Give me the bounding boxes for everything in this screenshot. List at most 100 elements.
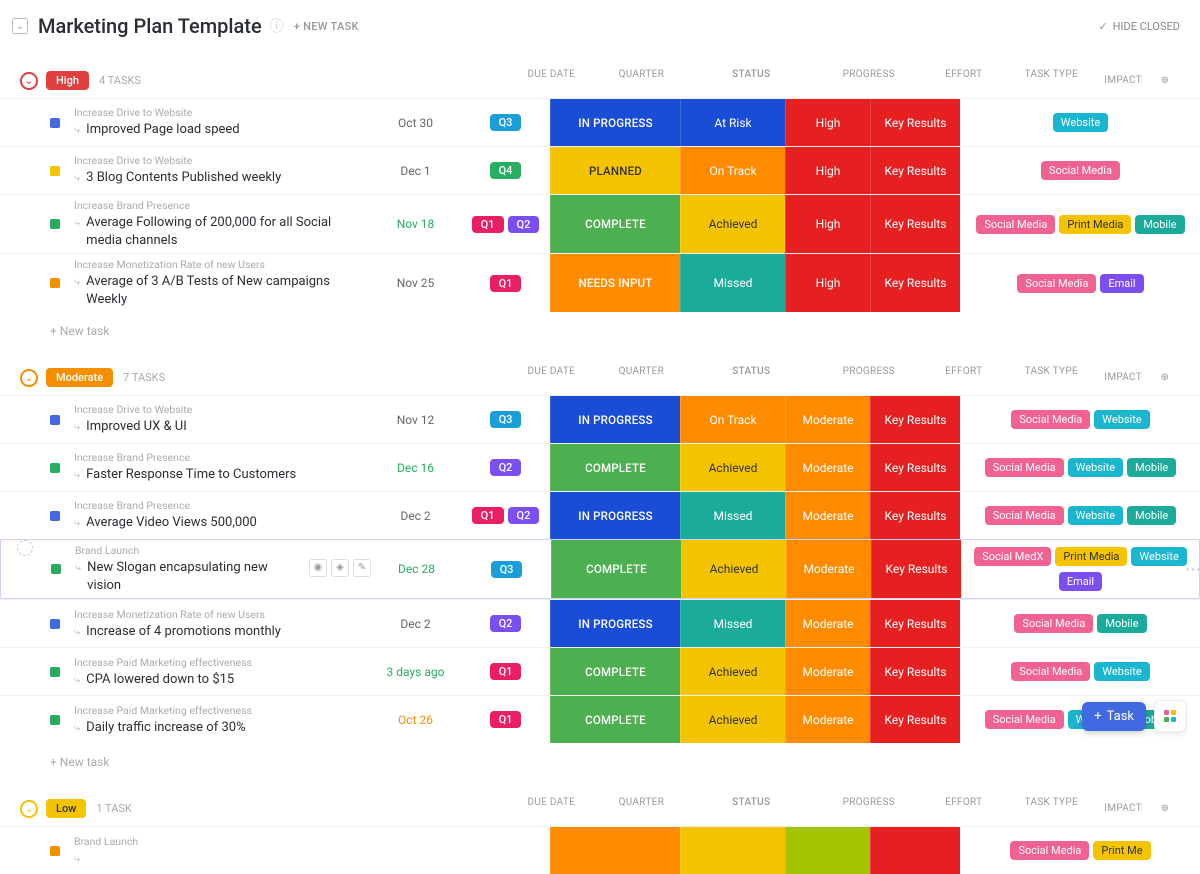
quarter-cell[interactable] (460, 827, 550, 874)
task-name[interactable]: ⤷Average Video Views 500,000 (74, 514, 257, 532)
add-column-button[interactable]: ⊕ (1150, 69, 1180, 92)
effort-cell[interactable]: High (785, 147, 870, 194)
col-task-type[interactable]: TASK TYPE (1006, 797, 1096, 820)
impact-tag[interactable]: Social Media (1011, 410, 1090, 429)
task-row[interactable]: Increase Drive to Website ⤷Improved UX &… (0, 395, 1200, 443)
progress-cell[interactable]: On Track (680, 147, 785, 194)
col-quarter[interactable]: QUARTER (596, 797, 686, 820)
quarter-cell[interactable]: Q2 (460, 600, 550, 647)
task-name[interactable]: ⤷Improved Page load speed (74, 121, 240, 139)
task-name[interactable]: ⤷Daily traffic increase of 30% (74, 719, 252, 737)
impact-tag[interactable]: Mobile (1135, 215, 1184, 234)
effort-cell[interactable]: High (785, 99, 870, 146)
progress-cell[interactable]: Achieved (680, 648, 785, 695)
status-square-icon[interactable] (51, 564, 61, 574)
impact-tag[interactable]: Website (1094, 410, 1149, 429)
task-row[interactable]: Increase Paid Marketing effectiveness ⤷D… (0, 695, 1200, 743)
tasktype-cell[interactable]: Key Results (870, 648, 960, 695)
impact-cell[interactable]: Social MediaPrint MediaMobile (960, 195, 1200, 253)
status-square-icon[interactable] (50, 219, 60, 229)
new-task-header-button[interactable]: + NEW TASK (294, 20, 359, 33)
task-name[interactable]: ⤷Average of 3 A/B Tests of New campaigns… (74, 273, 370, 308)
status-square-icon[interactable] (50, 619, 60, 629)
priority-badge[interactable]: High (46, 71, 89, 90)
impact-tag[interactable]: Print Media (1055, 547, 1127, 566)
status-cell[interactable]: COMPLETE (550, 444, 680, 491)
status-cell[interactable]: COMPLETE (551, 540, 681, 598)
progress-cell[interactable]: Missed (680, 492, 785, 539)
task-name[interactable]: ⤷3 Blog Contents Published weekly (74, 169, 281, 187)
tasktype-cell[interactable]: Key Results (870, 99, 960, 146)
impact-tag[interactable]: Website (1068, 458, 1123, 477)
task-name[interactable]: ⤷CPA lowered down to $15 (74, 671, 252, 689)
quarter-tag[interactable]: Q1 (472, 216, 504, 233)
task-row[interactable]: Increase Monetization Rate of new Users … (0, 599, 1200, 647)
task-row[interactable]: Increase Drive to Website ⤷Improved Page… (0, 98, 1200, 146)
impact-tag[interactable]: Website (1131, 547, 1186, 566)
quarter-cell[interactable]: Q1Q2 (460, 492, 550, 539)
quarter-cell[interactable]: Q3 (460, 396, 550, 443)
col-task-type[interactable]: TASK TYPE (1006, 366, 1096, 389)
quarter-tag[interactable]: Q3 (491, 561, 523, 578)
impact-tag[interactable]: Social Media (1041, 161, 1120, 180)
quarter-tag[interactable]: Q1 (490, 663, 522, 680)
impact-cell[interactable]: Social MediaWebsite (960, 396, 1200, 443)
impact-tag[interactable]: Social Media (1010, 841, 1089, 860)
status-cell[interactable]: IN PROGRESS (550, 99, 680, 146)
impact-tag[interactable]: Website (1094, 662, 1149, 681)
status-cell[interactable]: NEEDS INPUT (550, 254, 680, 312)
new-task-row-button[interactable]: + New task (0, 312, 1200, 350)
quarter-cell[interactable]: Q2 (460, 444, 550, 491)
quarter-cell[interactable]: Q3 (460, 99, 550, 146)
status-square-icon[interactable] (50, 511, 60, 521)
status-cell[interactable] (550, 827, 680, 874)
status-square-icon[interactable] (50, 715, 60, 725)
tasktype-cell[interactable]: Key Results (870, 254, 960, 312)
due-date-cell[interactable]: Nov 18 (370, 195, 460, 253)
tasktype-cell[interactable]: Key Results (870, 492, 960, 539)
task-row[interactable]: Increase Paid Marketing effectiveness ⤷C… (0, 647, 1200, 695)
impact-tag[interactable]: Print Me (1093, 841, 1150, 860)
impact-cell[interactable]: Social MediaPrint Me (960, 827, 1200, 874)
progress-cell[interactable]: Achieved (680, 444, 785, 491)
quarter-cell[interactable]: Q1 (460, 696, 550, 743)
quarter-cell[interactable]: Q1 (460, 254, 550, 312)
col-quarter[interactable]: QUARTER (596, 366, 686, 389)
due-date-cell[interactable]: Dec 28 (371, 540, 461, 598)
col-status[interactable]: STATUS (686, 797, 816, 820)
task-row[interactable]: Increase Drive to Website ⤷3 Blog Conten… (0, 146, 1200, 194)
quarter-tag[interactable]: Q1 (490, 275, 522, 292)
col-status[interactable]: STATUS (686, 69, 816, 92)
impact-tag[interactable]: Print Media (1059, 215, 1131, 234)
tasktype-cell[interactable] (870, 827, 960, 874)
impact-tag[interactable]: Website (1068, 506, 1123, 525)
impact-tag[interactable]: Email (1059, 572, 1102, 591)
new-task-row-button[interactable]: + New task (0, 743, 1200, 781)
quarter-cell[interactable]: Q1Q2 (460, 195, 550, 253)
impact-tag[interactable]: Social Media (985, 506, 1064, 525)
quarter-tag[interactable]: Q4 (490, 162, 522, 179)
progress-cell[interactable]: Achieved (680, 195, 785, 253)
impact-tag[interactable]: Social MedX (974, 547, 1051, 566)
impact-cell[interactable]: Social Media (960, 147, 1200, 194)
impact-tag[interactable]: Mobile (1127, 458, 1176, 477)
col-impact[interactable]: IMPACT (1096, 69, 1150, 92)
status-cell[interactable]: PLANNED (550, 147, 680, 194)
tag-icon[interactable]: ◈ (331, 559, 349, 577)
task-row[interactable]: Increase Brand Presence ⤷Average Video V… (0, 491, 1200, 539)
quarter-tag[interactable]: Q1 (472, 507, 504, 524)
effort-cell[interactable]: Moderate (785, 396, 870, 443)
impact-cell[interactable]: Social MediaWebsiteMobile (960, 444, 1200, 491)
status-square-icon[interactable] (50, 846, 60, 856)
tasktype-cell[interactable]: Key Results (870, 147, 960, 194)
due-date-cell[interactable]: Dec 2 (370, 600, 460, 647)
impact-cell[interactable]: Social MediaMobile (960, 600, 1200, 647)
quarter-tag[interactable]: Q2 (490, 615, 522, 632)
col-quarter[interactable]: QUARTER (596, 69, 686, 92)
impact-tag[interactable]: Social Media (1011, 662, 1090, 681)
task-row[interactable]: Increase Monetization Rate of new Users … (0, 253, 1200, 312)
col-due-date[interactable]: DUE DATE (506, 69, 596, 92)
status-square-icon[interactable] (50, 667, 60, 677)
quarter-cell[interactable]: Q1 (460, 648, 550, 695)
quarter-tag[interactable]: Q3 (490, 411, 522, 428)
